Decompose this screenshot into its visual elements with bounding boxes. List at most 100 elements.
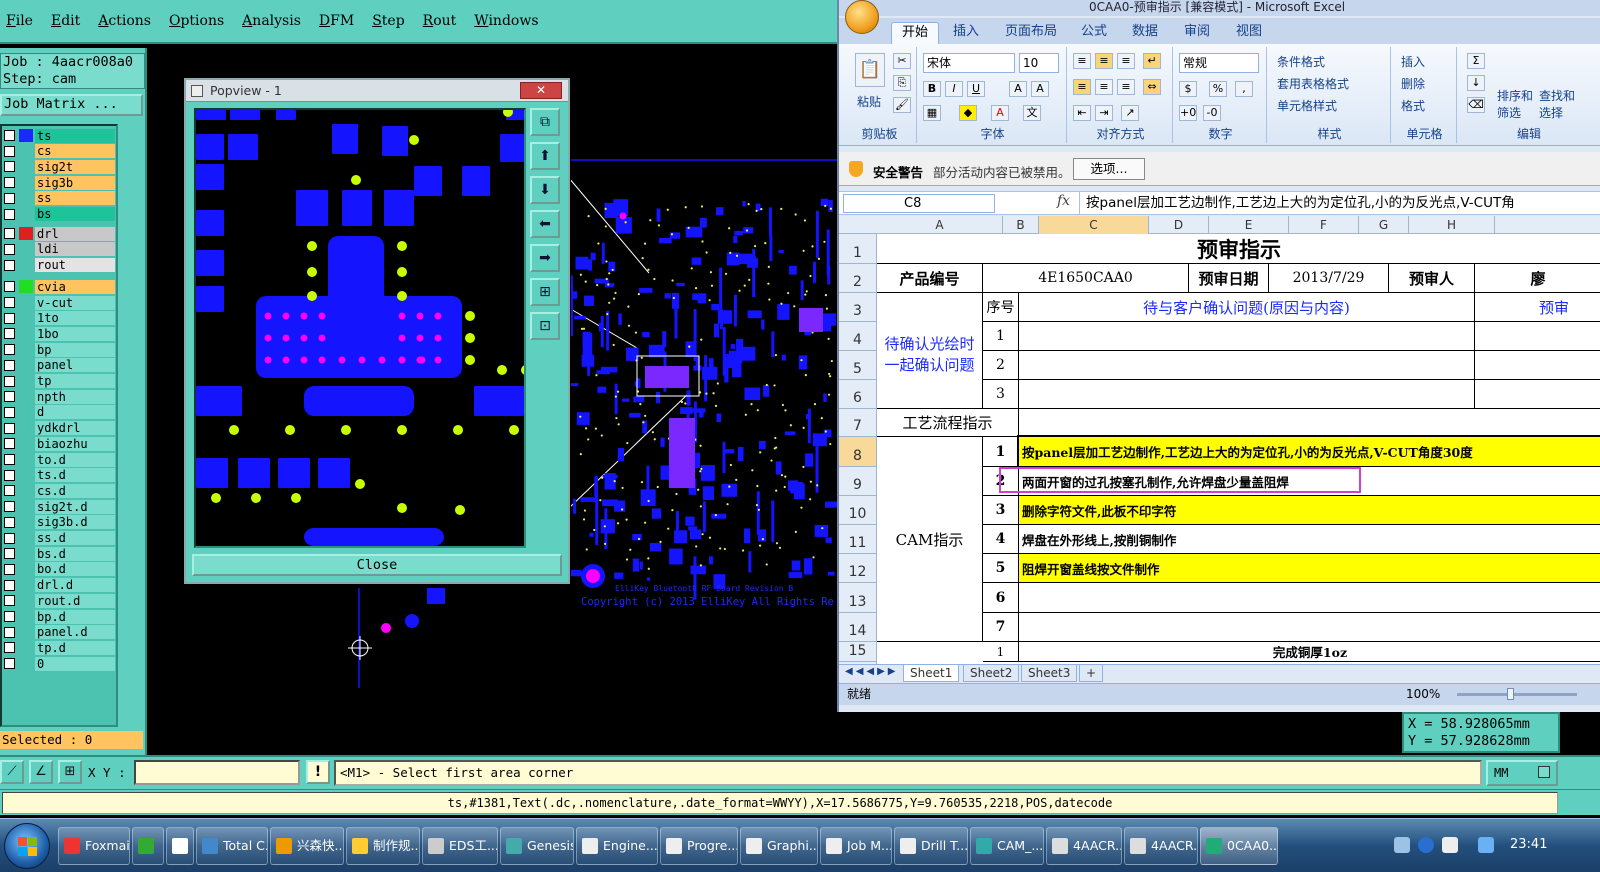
cam-instruction-cell[interactable] (1019, 613, 1600, 642)
taskbar-button[interactable]: 4AACR... (1046, 827, 1122, 865)
decrease-decimal-icon[interactable]: -0 (1203, 105, 1221, 121)
layer-checkbox[interactable] (4, 161, 15, 173)
confirm-number-cell[interactable]: 1 (983, 322, 1019, 351)
tab-review[interactable]: 审阅 (1184, 22, 1210, 44)
confirm-group-cell[interactable]: 待确认光绘时 一起确认问题 (877, 293, 983, 409)
zoom-in-icon[interactable]: ⊞ (530, 278, 560, 306)
row-header[interactable]: 9 (839, 467, 876, 496)
sheet-nav-arrows[interactable]: ◀◀◀▶▶ (845, 666, 898, 677)
xy-input[interactable] (134, 760, 300, 785)
layer-color-swatch[interactable] (19, 532, 33, 545)
layer-color-swatch[interactable] (19, 129, 33, 142)
layer-checkbox[interactable] (4, 243, 15, 255)
cam-number-cell[interactable]: 1 (983, 437, 1019, 467)
layer-checkbox[interactable] (4, 548, 15, 560)
layer-color-swatch[interactable] (19, 469, 33, 482)
grid-icon[interactable]: ⊞ (58, 760, 82, 784)
shrink-font-icon[interactable]: A (1031, 81, 1049, 97)
column-header[interactable]: C (1039, 216, 1149, 234)
layer-name[interactable]: 1bo (35, 326, 115, 341)
menu-edit[interactable]: Edit (51, 13, 80, 29)
layer-row[interactable]: bs.d (2, 546, 116, 561)
row-header[interactable]: 4 (839, 322, 876, 351)
popview-titlebar[interactable]: Popview - 1 (186, 80, 568, 102)
orientation-icon[interactable]: ↗ (1121, 105, 1139, 121)
menu-file[interactable]: File (6, 13, 33, 29)
layer-row[interactable]: tp.d (2, 640, 116, 655)
layer-row[interactable]: cs (2, 144, 116, 159)
layer-row[interactable]: 1bo (2, 326, 116, 341)
layer-row[interactable]: d (2, 405, 116, 420)
office-button[interactable] (845, 0, 879, 34)
layer-color-swatch[interactable] (19, 160, 33, 173)
row-header[interactable]: 12 (839, 554, 876, 583)
cell-styles-button[interactable]: 单元格样式 (1277, 97, 1337, 114)
layer-row[interactable]: rout.d (2, 593, 116, 608)
layer-row[interactable]: ydkdrl (2, 421, 116, 436)
align-left-icon[interactable]: ≡ (1073, 79, 1091, 95)
align-middle-icon[interactable]: ≡ (1095, 53, 1113, 69)
keyboard-icon[interactable] (1394, 837, 1410, 853)
taskbar-button[interactable] (132, 827, 164, 865)
taskbar-button[interactable] (166, 827, 194, 865)
taskbar-button[interactable]: 4AACR... (1124, 827, 1198, 865)
column-header[interactable]: H (1409, 216, 1495, 234)
layer-checkbox[interactable] (4, 391, 15, 403)
excel-titlebar[interactable]: 0CAA0-预审指示 [兼容模式] - Microsoft Excel (839, 0, 1600, 16)
layer-color-swatch[interactable] (19, 343, 33, 356)
layer-name[interactable]: sig2t.d (35, 499, 115, 514)
layer-name[interactable]: tp (35, 374, 115, 388)
insert-button[interactable]: 插入 (1401, 53, 1425, 70)
layer-checkbox[interactable] (4, 145, 15, 157)
sheet-tab-2[interactable]: Sheet2 (963, 665, 1020, 682)
sheet-title-cell[interactable]: 预审指示 (877, 234, 1600, 264)
cam-instruction-cell[interactable]: 删除字符文件,此板不印字符 (1019, 496, 1600, 525)
sheet-tab-3[interactable]: Sheet3 (1021, 665, 1078, 682)
tab-formulas[interactable]: 公式 (1081, 22, 1107, 44)
network-icon[interactable] (1478, 837, 1494, 853)
taskbar-button[interactable]: Job M... (820, 827, 892, 865)
layer-checkbox[interactable] (4, 563, 15, 575)
format-as-table-button[interactable]: 套用表格格式 (1277, 75, 1349, 92)
confirm-header-cell[interactable]: 待与客户确认问题(原因与内容) (1019, 293, 1475, 322)
cam-number-cell[interactable]: 7 (983, 613, 1019, 642)
date-value-cell[interactable]: 2013/7/29 (1269, 264, 1389, 293)
name-box[interactable]: C8 (843, 194, 995, 213)
layer-color-swatch[interactable] (19, 626, 33, 639)
layer-checkbox[interactable] (4, 228, 15, 240)
layer-name[interactable]: to.d (35, 452, 115, 467)
pan-left-icon[interactable]: ⬅ (530, 210, 560, 238)
align-top-icon[interactable]: ≡ (1073, 53, 1091, 69)
increase-decimal-icon[interactable]: +0 (1179, 105, 1197, 121)
layer-color-swatch[interactable] (19, 406, 33, 419)
review-content-cell[interactable] (1475, 351, 1600, 380)
layer-checkbox[interactable] (4, 259, 15, 271)
layer-name[interactable]: ydkdrl (35, 421, 115, 436)
layer-color-swatch[interactable] (19, 610, 33, 623)
layer-row[interactable]: bp.d (2, 609, 116, 624)
layer-row[interactable]: panel (2, 358, 116, 373)
tab-page-layout[interactable]: 页面布局 (1005, 22, 1057, 44)
layer-row[interactable]: sig3b (2, 175, 116, 190)
cam-instruction-cell[interactable]: 按panel层加工艺边制作,工艺边上大的为定位孔,小的为反光点,V-CUT角度3… (1017, 435, 1600, 469)
layer-name[interactable]: bo.d (35, 562, 115, 577)
layer-checkbox[interactable] (4, 312, 15, 324)
layer-color-swatch[interactable] (19, 657, 33, 670)
formula-input[interactable]: 按panel层加工艺边制作,工艺边上大的为定位孔,小的为反光点,V-CUT角 (1079, 192, 1600, 214)
layer-row[interactable]: ts (2, 128, 116, 143)
layer-name[interactable]: rout.d (35, 593, 115, 608)
font-size-select[interactable]: 10 (1019, 53, 1059, 73)
units-select[interactable]: MM (1486, 760, 1558, 786)
copper-thickness-cell[interactable]: 完成铜厚1oz (1019, 642, 1600, 662)
cam-label-cell[interactable]: CAM指示 (877, 437, 983, 642)
row-header[interactable]: 7 (839, 409, 876, 437)
layer-row[interactable]: drl (2, 226, 116, 241)
find-select-button[interactable]: 查找和 选择 (1539, 87, 1575, 121)
snap-icon[interactable]: ∠ (29, 760, 53, 784)
row-header[interactable]: 11 (839, 525, 876, 554)
date-label-cell[interactable]: 预审日期 (1189, 264, 1269, 293)
start-button[interactable] (4, 823, 50, 869)
layer-checkbox[interactable] (4, 658, 15, 670)
layer-color-swatch[interactable] (19, 243, 33, 256)
layer-color-swatch[interactable] (19, 500, 33, 513)
